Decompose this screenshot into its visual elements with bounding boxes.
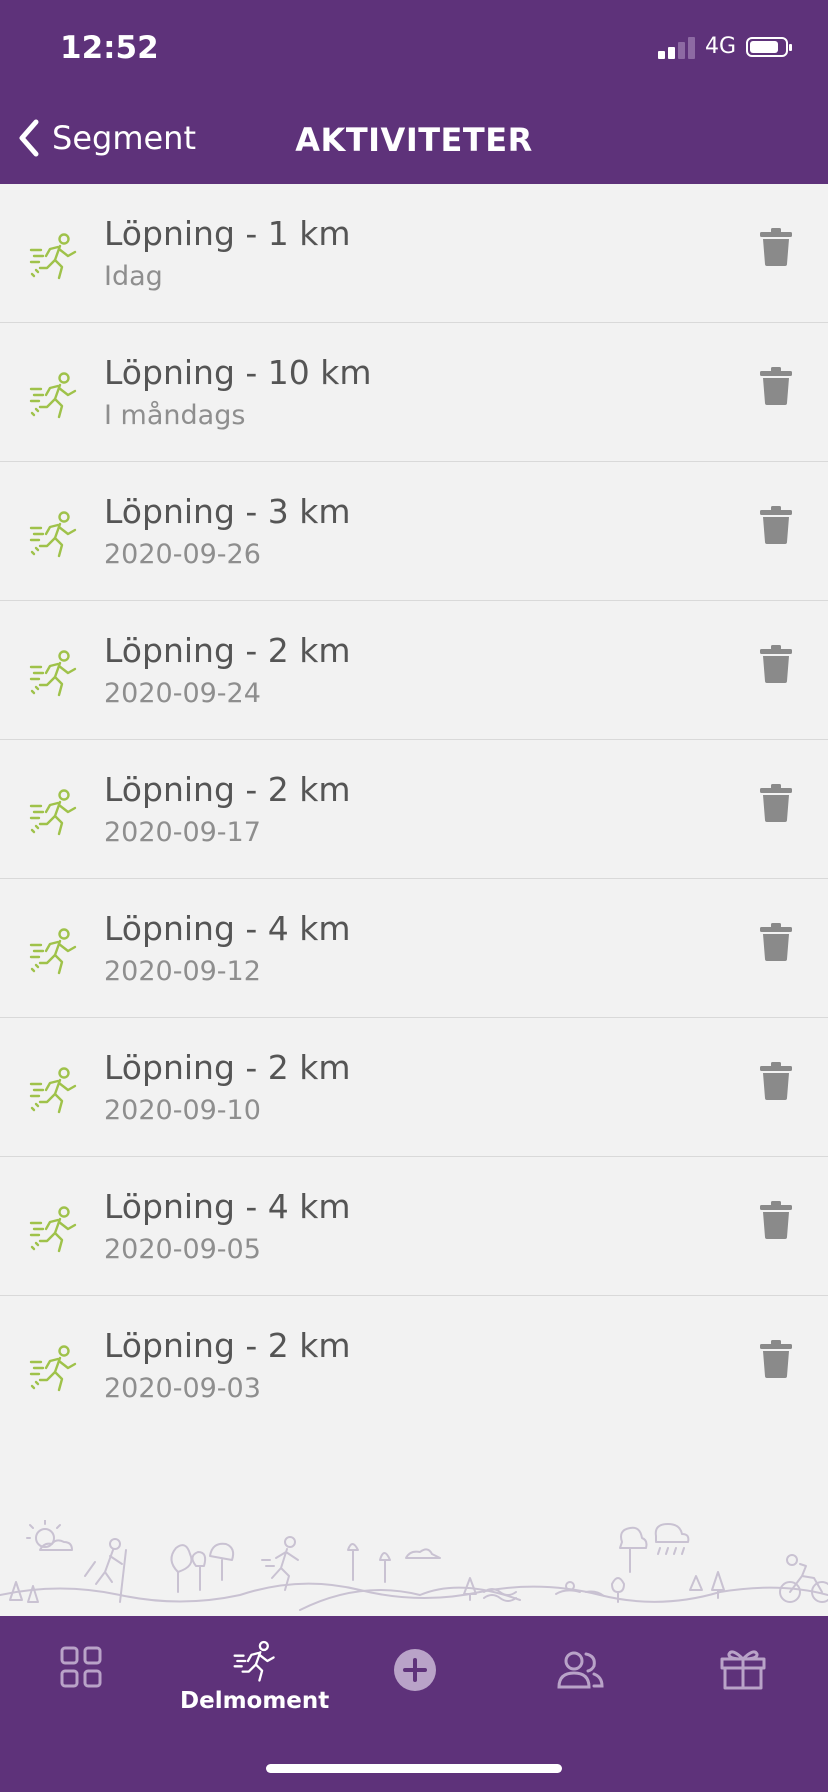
signal-icon [657,35,695,59]
trash-icon[interactable] [758,1199,794,1239]
grid-icon [60,1646,102,1688]
activity-row[interactable]: Löpning - 1 km Idag [0,184,828,323]
activity-row[interactable]: Löpning - 2 km 2020-09-10 [0,1018,828,1157]
activity-date: 2020-09-17 [104,817,261,848]
activity-row[interactable]: Löpning - 2 km 2020-09-24 [0,601,828,740]
activity-list: Löpning - 1 km Idag Löpning - 10 km I må… [0,184,828,1435]
trash-icon[interactable] [758,921,794,961]
runner-icon [29,789,77,836]
page-title: AKTIVITETER [295,121,533,159]
trash-icon[interactable] [758,1338,794,1378]
activity-row[interactable]: Löpning - 3 km 2020-09-26 [0,462,828,601]
trash-icon[interactable] [758,1060,794,1100]
activity-date: 2020-09-26 [104,539,261,570]
activity-date: 2020-09-12 [104,956,261,987]
activity-date: 2020-09-10 [104,1095,261,1126]
runner-icon [29,928,77,975]
activity-title: Löpning - 2 km [104,770,351,809]
runner-icon [29,1206,77,1253]
trash-icon[interactable] [758,504,794,544]
trash-icon[interactable] [758,643,794,683]
trash-icon[interactable] [758,226,794,266]
activity-date: 2020-09-05 [104,1234,261,1265]
activity-title: Löpning - 2 km [104,1048,351,1087]
battery-icon [746,36,792,57]
trash-icon[interactable] [758,365,794,405]
landscape-illustration [0,1520,828,1611]
tab-friends[interactable] [556,1650,604,1694]
plus-circle-icon [394,1649,436,1691]
network-type: 4G [704,34,736,59]
activity-row[interactable]: Löpning - 4 km 2020-09-05 [0,1157,828,1296]
activity-date: Idag [104,261,163,292]
activity-date: 2020-09-03 [104,1373,261,1404]
activity-row[interactable]: Löpning - 2 km 2020-09-17 [0,740,828,879]
activity-title: Löpning - 3 km [104,492,351,531]
runner-icon [233,1640,275,1682]
tab-dashboard[interactable] [60,1646,102,1692]
tab-rewards[interactable] [720,1646,766,1694]
activity-title: Löpning - 1 km [104,214,351,253]
activity-date: I måndags [104,400,246,431]
activity-title: Löpning - 4 km [104,1187,351,1226]
activity-row[interactable]: Löpning - 4 km 2020-09-12 [0,879,828,1018]
trash-icon[interactable] [758,782,794,822]
runner-icon [29,1345,77,1392]
runner-icon [29,650,77,697]
tab-delmoment[interactable]: Delmoment [180,1638,329,1714]
runner-icon [29,233,77,280]
runner-icon [29,372,77,419]
runner-icon [29,511,77,558]
header: 12:52 4G Segment AKTIVITETER [0,0,828,184]
runner-icon [29,1067,77,1114]
activity-title: Löpning - 10 km [104,353,372,392]
activity-title: Löpning - 4 km [104,909,351,948]
people-icon [557,1651,604,1689]
tab-add[interactable] [393,1648,437,1696]
activity-title: Löpning - 2 km [104,631,351,670]
activity-title: Löpning - 2 km [104,1326,351,1365]
gift-icon [720,1650,766,1690]
activity-row[interactable]: Löpning - 2 km 2020-09-03 [0,1296,828,1435]
activity-row[interactable]: Löpning - 10 km I måndags [0,323,828,462]
status-time: 12:52 [60,30,159,66]
tab-label: Delmoment [180,1688,330,1714]
activity-date: 2020-09-24 [104,678,261,709]
status-indicators: 4G [657,34,792,59]
home-indicator [266,1764,562,1773]
